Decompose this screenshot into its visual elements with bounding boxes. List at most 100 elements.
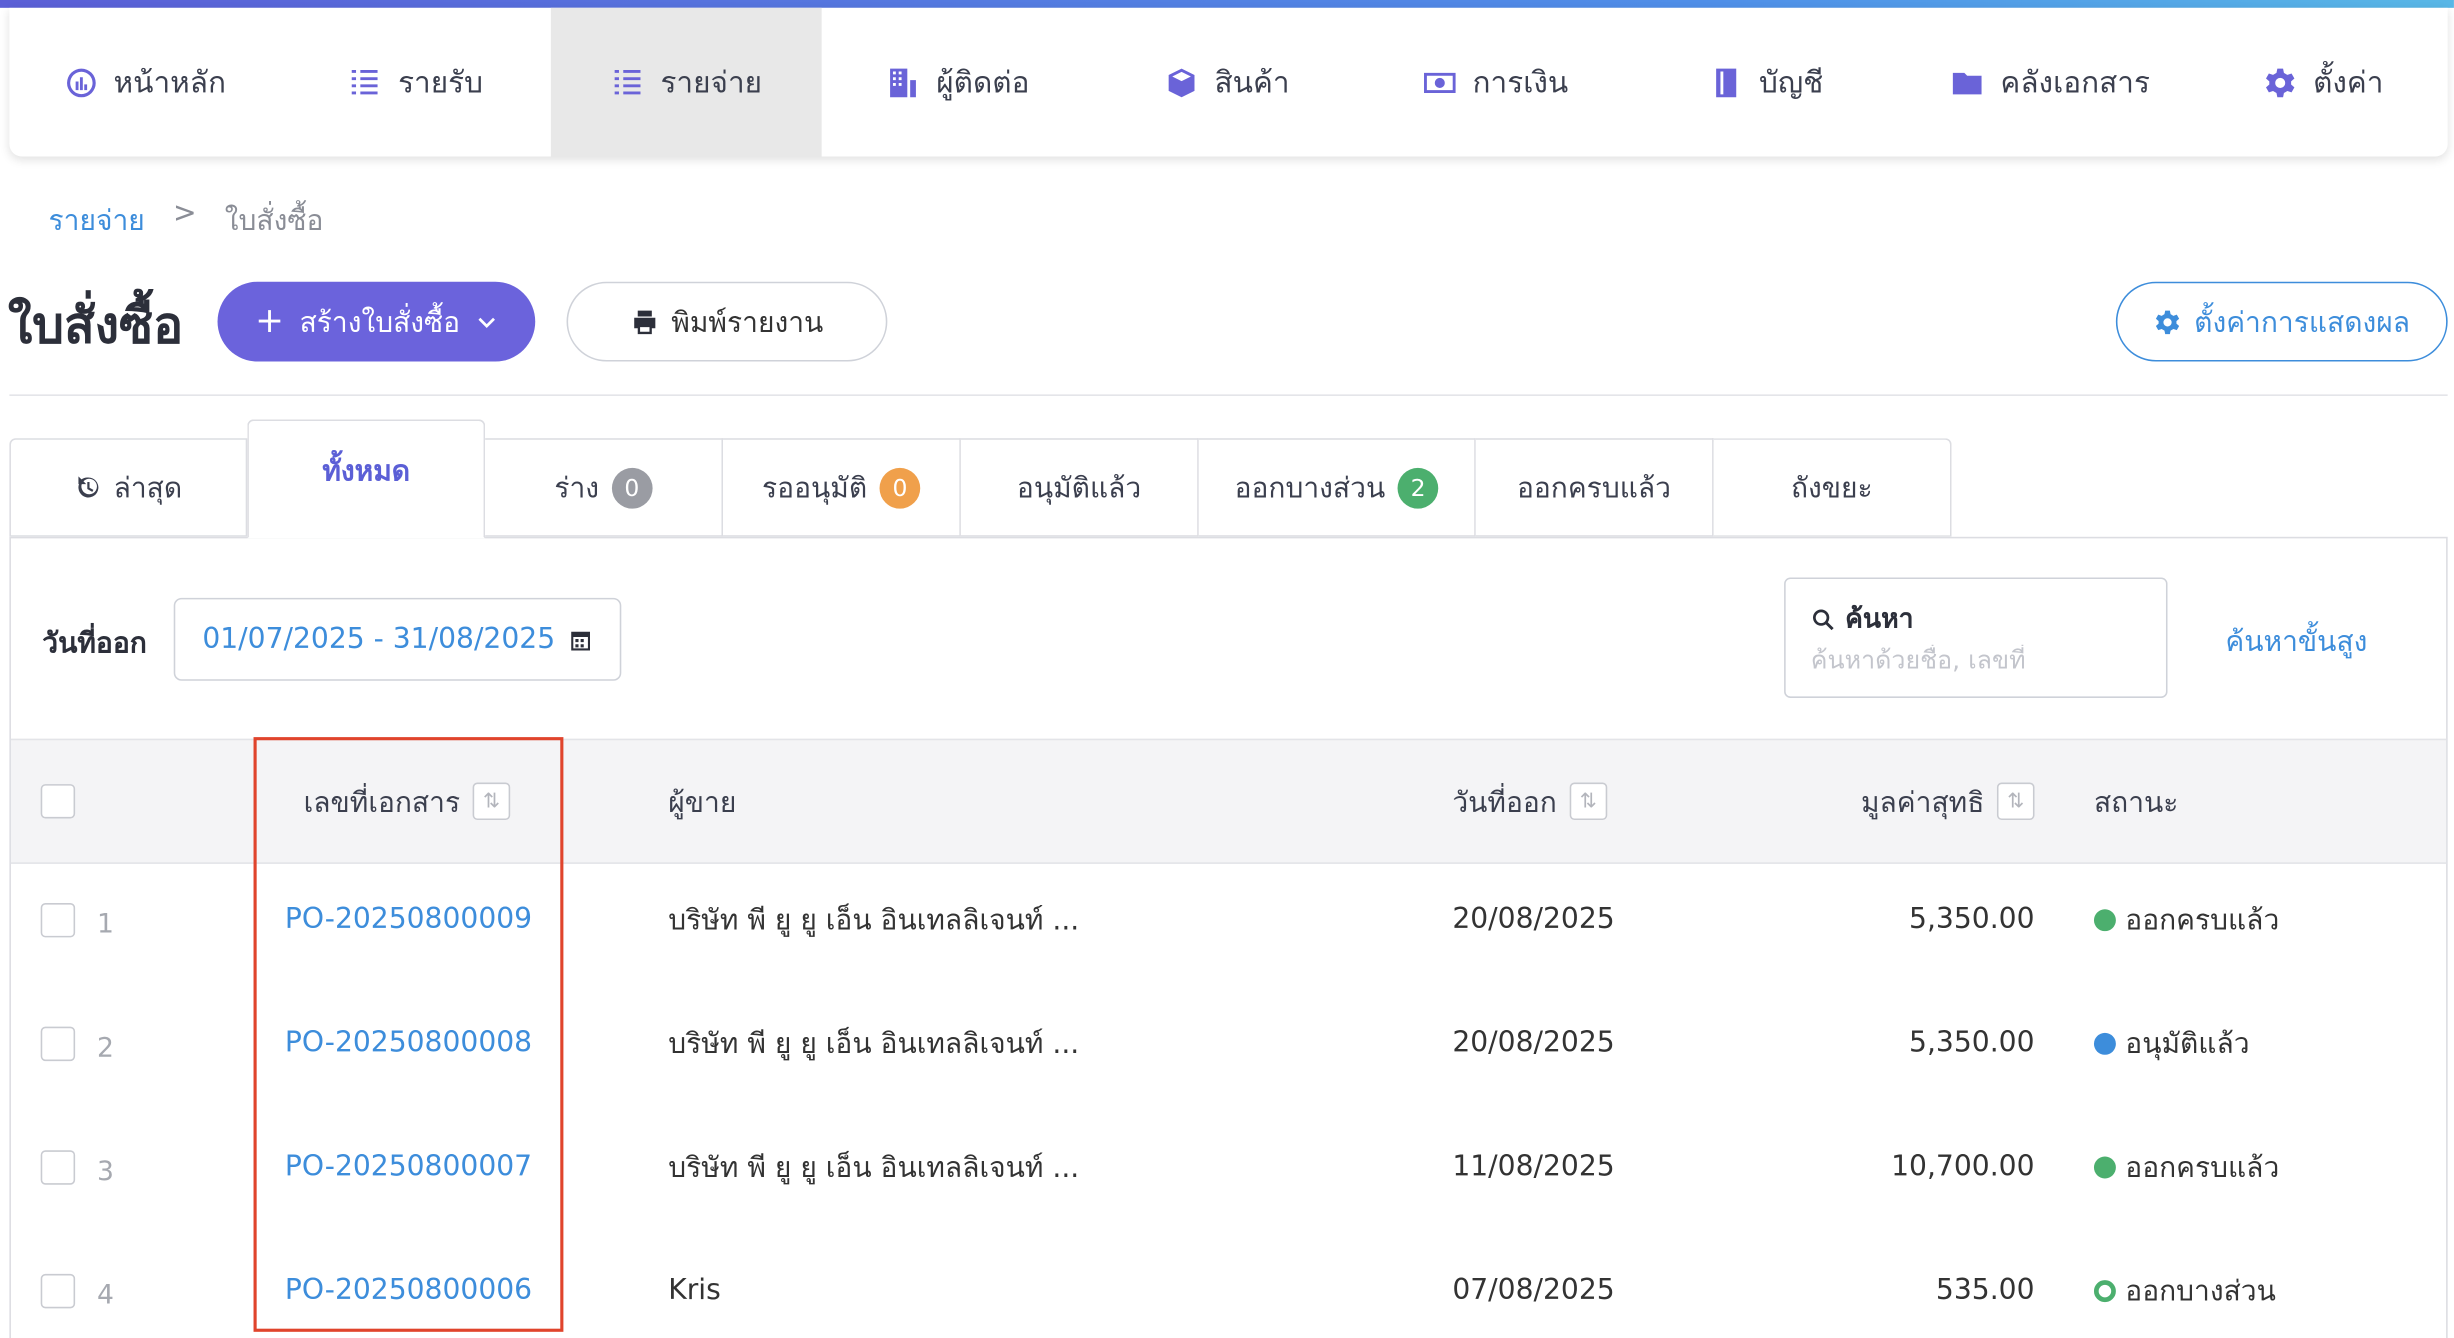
tab-draft[interactable]: ร่าง 0 [485,438,724,537]
tab-latest[interactable]: ล่าสุด [9,438,248,537]
create-button-label: สร้างใบสั่งซื้อ [299,306,461,340]
contacts-building-icon [890,67,917,97]
print-button-label: พิมพ์รายงาน [671,306,824,340]
issue-date-cell: 11/08/2025 [1452,1150,1615,1184]
create-purchase-order-button[interactable]: + สร้างใบสั่งซื้อ [217,281,536,362]
row-checkbox[interactable] [40,1273,76,1308]
issue-date-cell: 07/08/2025 [1452,1273,1615,1307]
doc-no-cell: PO-20250800009 [285,858,532,982]
status-label: อนุมัติแล้ว [2125,1028,2250,1062]
breadcrumb-link-expense[interactable]: รายจ่าย [49,197,145,242]
column-vendor: ผู้ขาย [668,740,736,862]
column-issue-date: วันที่ออก ⇅ [1452,740,1607,862]
tab-pending-approval[interactable]: รออนุมัติ 0 [723,438,961,537]
sort-icon[interactable]: ⇅ [1996,782,2035,821]
tab-label: อนุมัติแล้ว [1016,472,1142,506]
net-value-cell: 5,350.00 [1909,903,2035,936]
printer-icon [634,309,656,334]
table-row[interactable]: 2 PO-20250800008 บริษัท พี ยู ยู เอ็น อินเ… [11,981,2446,1105]
sort-icon[interactable]: ⇅ [1569,782,1607,821]
search-input[interactable] [1810,644,2148,675]
column-label: สถานะ [2093,786,2179,820]
tab-partially-issued[interactable]: ออกบางส่วน 2 [1198,438,1476,537]
doc-no-cell: PO-20250800007 [285,1105,532,1229]
status-label: ออกครบแล้ว [2125,904,2280,938]
divider [9,394,2448,396]
nav-item-label: รายจ่าย [660,64,763,100]
money-icon [1423,72,1456,93]
doc-no-link[interactable]: PO-20250800007 [285,1150,532,1183]
doc-no-cell: PO-20250800008 [285,981,532,1105]
nav-item-accounting[interactable]: บัญชี [1631,8,1902,157]
tab-label: รออนุมัติ [762,472,868,506]
nav-item-label: ผู้ติดต่อ [936,64,1030,100]
tab-all[interactable]: ทั้งหมด [247,419,486,539]
count-badge: 2 [1397,467,1439,508]
product-box-icon [1168,67,1195,97]
app-screen: หน้าหลัก รายรับ รายจ่าย ผู้ติดต่อ สินค้า… [0,0,2454,1338]
advanced-search-link[interactable]: ค้นหาขั้นสูง [2225,618,2367,663]
nav-item-finance[interactable]: การเงิน [1360,8,1631,157]
status-label: ออกครบแล้ว [2125,1151,2280,1185]
page-title: ใบสั่งซื้อ [7,295,184,356]
chevron-down-icon [478,316,495,328]
row-checkbox[interactable] [40,1149,76,1184]
nav-item-expense[interactable]: รายจ่าย [550,7,822,157]
tab-fully-issued[interactable]: ออกครบแล้ว [1475,438,1714,537]
folder-icon [1953,72,1982,94]
tab-label: ล่าสุด [113,472,183,506]
date-range-picker[interactable]: 01/07/2025 - 31/08/2025 [173,597,622,681]
nav-item-income[interactable]: รายรับ [280,8,551,157]
tab-label: ออกบางส่วน [1234,472,1386,506]
tab-trash[interactable]: ถังขยะ [1713,438,1952,537]
status-label: ออกบางส่วน [2125,1275,2276,1309]
nav-item-contacts[interactable]: ผู้ติดต่อ [822,8,1094,157]
column-label: เลขที่เอกสาร [303,786,461,820]
status-cell: ออกบางส่วน [2093,1229,2276,1338]
tab-approved[interactable]: อนุมัติแล้ว [960,438,1199,537]
plus-icon: + [255,301,284,341]
nav-item-label: สินค้า [1214,64,1290,100]
nav-item-settings[interactable]: ตั้งค่า [2199,8,2448,157]
doc-no-cell: PO-20250800006 [285,1229,532,1338]
row-number: 4 [97,1279,114,1311]
nav-item-documents[interactable]: คลังเอกสาร [1901,8,2198,157]
vendor-cell: บริษัท พี ยู ยู เอ็น อินเทลลิเจนท์ ... [668,1151,1080,1185]
history-icon [77,476,98,498]
status-cell: ออกครบแล้ว [2093,1105,2280,1229]
row-checkbox[interactable] [40,1025,76,1061]
issue-date-cell: 20/08/2025 [1452,903,1615,936]
column-net-value: มูลค่าสุทธิ ⇅ [1861,740,2035,862]
status-cell: ออกครบแล้ว [2093,858,2280,982]
row-number: 2 [97,1032,114,1064]
search-box[interactable]: ค้นหา [1784,577,2168,698]
table-row[interactable]: 1 PO-20250800009 บริษัท พี ยู ยู เอ็น อินเ… [11,858,2446,982]
nav-item-products[interactable]: สินค้า [1094,8,1360,157]
issue-date-cell: 20/08/2025 [1452,1026,1615,1060]
date-range-value: 01/07/2025 - 31/08/2025 [202,622,556,656]
search-icon [1813,608,1834,630]
print-report-button[interactable]: พิมพ์รายงาน [566,281,888,362]
select-all-checkbox[interactable] [40,784,76,819]
table-row[interactable]: 3 PO-20250800007 บริษัท พี ยู ยู เอ็น อินเ… [11,1105,2446,1229]
net-value-cell: 535.00 [1935,1273,2035,1307]
status-tabs: ล่าสุด ทั้งหมด ร่าง 0 รออนุมัติ 0 อนุมัต… [9,419,1952,539]
nav-item-home[interactable]: หน้าหลัก [9,8,280,157]
row-select-cell: 1 [40,858,114,982]
status-dot-icon [2093,1032,2116,1055]
select-all-cell [40,740,76,862]
row-checkbox[interactable] [40,902,76,937]
nav-item-label: หน้าหลัก [113,64,227,100]
doc-no-link[interactable]: PO-20250800008 [285,1027,532,1060]
doc-no-link[interactable]: PO-20250800009 [285,903,532,936]
nav-item-label: ตั้งค่า [2313,64,2384,100]
net-value-cell: 10,700.00 [1891,1150,2035,1184]
doc-no-link[interactable]: PO-20250800006 [285,1274,532,1307]
table-row[interactable]: 4 PO-20250800006 Kris 07/08/2025 535.00 ออกบา… [11,1229,2446,1338]
main-nav: หน้าหลัก รายรับ รายจ่าย ผู้ติดต่อ สินค้า… [9,7,2448,157]
date-filter-label: วันที่ออก [42,627,147,661]
sort-icon[interactable]: ⇅ [472,782,511,821]
column-label: มูลค่าสุทธิ [1860,786,1985,820]
display-settings-button[interactable]: ตั้งค่าการแสดงผล [2115,281,2448,362]
expense-list-icon [614,69,641,94]
